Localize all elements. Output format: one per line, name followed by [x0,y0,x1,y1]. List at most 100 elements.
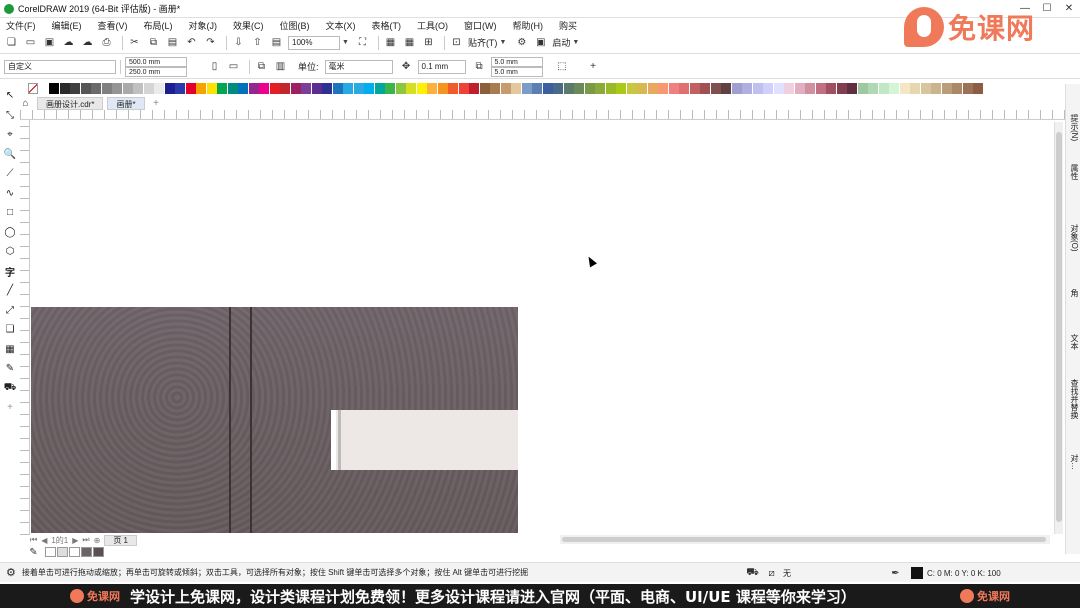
export-icon[interactable]: ⇧ [250,36,265,50]
rectangle-tool-icon[interactable]: □ [1,203,19,223]
palette-color-swatch[interactable] [658,83,668,94]
redo-icon[interactable]: ↷ [203,36,218,50]
palette-color-swatch[interactable] [616,83,626,94]
zoom-level-field[interactable]: 100% [288,35,340,50]
prev-page-icon[interactable]: ◀ [41,536,47,545]
palette-color-swatch[interactable] [910,83,920,94]
scroll-thumb[interactable] [1056,132,1062,522]
vertical-ruler[interactable] [20,120,30,535]
page-size-preset-select[interactable]: 自定义 [4,59,116,74]
drop-shadow-tool-icon[interactable]: ❏ [1,320,19,340]
treat-as-filled-icon[interactable]: ⬚ [555,60,570,74]
palette-color-swatch[interactable] [868,83,878,94]
transparency-tool-icon[interactable]: ▦ [1,340,19,360]
cut-icon[interactable]: ✂ [127,36,142,50]
all-pages-icon[interactable]: ⧉ [254,60,269,74]
palette-color-swatch[interactable] [721,83,731,94]
palette-color-swatch[interactable] [374,83,385,94]
paste-icon[interactable]: ▤ [165,36,180,50]
palette-color-swatch[interactable] [479,83,490,94]
menu-tools[interactable]: 工具(O) [417,19,448,32]
palette-color-swatch[interactable] [133,83,143,94]
shape-tool-icon[interactable]: ⤡ [1,106,19,126]
docker-tab-align[interactable]: 对… [1068,454,1080,470]
palette-color-swatch[interactable] [385,83,395,94]
menu-layout[interactable]: 布局(L) [144,19,173,32]
zoom-to-page-icon[interactable]: ⛶ [355,36,370,50]
palette-color-swatch[interactable] [731,83,742,94]
palette-color-swatch[interactable] [364,83,374,94]
palette-color-swatch[interactable] [584,83,595,94]
docker-tab-corner[interactable]: 角 [1068,289,1080,297]
interactive-fill-tool-icon[interactable]: ⛟ [1,379,19,399]
palette-color-swatch[interactable] [122,83,133,94]
menu-object[interactable]: 对象(J) [189,19,218,32]
palette-color-swatch[interactable] [805,83,815,94]
freehand-tool-icon[interactable]: ⟋ [1,164,19,184]
palette-color-swatch[interactable] [80,83,91,94]
docker-tab-properties[interactable]: 属性 [1068,164,1080,180]
palette-color-swatch[interactable] [91,83,101,94]
doc-color-swatch[interactable] [57,547,68,557]
crop-tool-icon[interactable]: ⌖ [1,125,19,145]
palette-color-swatch[interactable] [668,83,679,94]
palette-color-swatch[interactable] [553,83,563,94]
add-icon[interactable]: + [586,60,601,74]
palette-color-swatch[interactable] [710,83,721,94]
palette-color-swatch[interactable] [700,83,710,94]
first-page-icon[interactable]: ⏮ [30,535,37,545]
palette-color-swatch[interactable] [49,83,59,94]
duplicate-y-field[interactable]: 5.0 mm [490,66,543,77]
palette-color-swatch[interactable] [784,83,794,94]
snap-to-icon[interactable]: ⊡ [449,36,464,50]
palette-color-swatch[interactable] [269,83,280,94]
white-card-object[interactable] [331,410,518,470]
palette-color-swatch[interactable] [521,83,532,94]
palette-color-swatch[interactable] [448,83,458,94]
landscape-icon[interactable]: ▭ [226,60,241,74]
print-icon[interactable]: ⎙ [99,36,114,50]
import-icon[interactable]: ⇩ [231,36,246,50]
eyedropper-tool-icon[interactable]: ✎ [1,359,19,379]
chevron-down-icon[interactable]: ▼ [342,39,349,46]
menu-window[interactable]: 窗口(W) [464,19,497,32]
palette-color-swatch[interactable] [511,83,521,94]
pick-tool-icon[interactable]: ↖ [1,86,19,106]
palette-color-swatch[interactable] [847,83,857,94]
eyedropper-icon[interactable]: ✎ [26,545,41,559]
nudge-distance-field[interactable]: 0.1 mm [417,59,466,74]
palette-color-swatch[interactable] [773,83,784,94]
palette-color-swatch[interactable] [679,83,689,94]
palette-color-swatch[interactable] [290,83,301,94]
palette-color-swatch[interactable] [542,83,553,94]
no-color-swatch[interactable] [28,83,38,94]
page-width-field[interactable]: 500.0 mm [125,56,187,67]
pen-nib-icon[interactable]: ✒ [888,566,903,580]
pdf-icon[interactable]: ▤ [269,36,284,50]
full-screen-preview-icon[interactable]: ▦ [383,36,398,50]
palette-color-swatch[interactable] [941,83,952,94]
menu-bitmaps[interactable]: 位图(B) [280,19,310,32]
menu-text[interactable]: 文本(X) [326,19,356,32]
docker-tab-hints[interactable]: 提示(N) [1068,114,1080,141]
palette-color-swatch[interactable] [574,83,584,94]
palette-color-swatch[interactable] [311,83,322,94]
gear-icon[interactable]: ⚙ [6,566,16,579]
palette-color-swatch[interactable] [962,83,973,94]
no-color-swatch[interactable] [45,547,56,557]
add-page-icon[interactable]: ⊕ [94,536,101,545]
connector-tool-icon[interactable]: ⤢ [1,301,19,321]
palette-color-swatch[interactable] [175,83,185,94]
palette-color-swatch[interactable] [469,83,479,94]
show-grid-icon[interactable]: ▦ [402,36,417,50]
palette-color-swatch[interactable] [595,83,605,94]
menu-view[interactable]: 查看(V) [98,19,128,32]
palette-color-swatch[interactable] [248,83,259,94]
docker-tab-text[interactable]: 文本 [1068,334,1080,350]
unit-select[interactable]: 毫米 [324,59,393,74]
palette-color-swatch[interactable] [395,83,406,94]
add-tab-icon[interactable]: + [149,96,164,110]
palette-color-swatch[interactable] [164,83,175,94]
palette-color-swatch[interactable] [238,83,248,94]
fill-bucket-icon[interactable]: ⛟ [745,566,760,580]
